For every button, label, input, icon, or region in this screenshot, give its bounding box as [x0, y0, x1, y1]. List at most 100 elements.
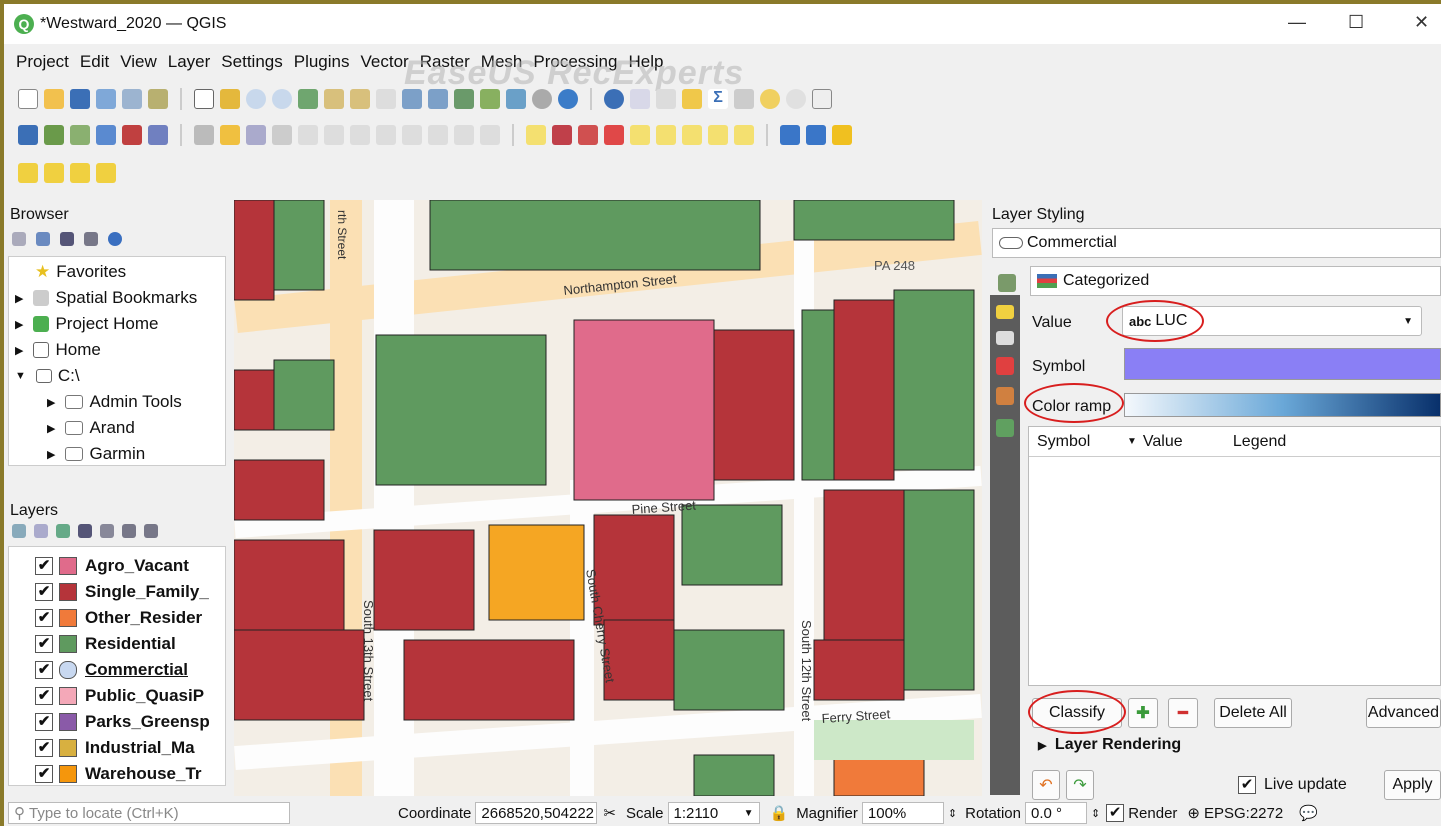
label-properties-icon[interactable]	[734, 125, 754, 145]
collapse-arrow-icon[interactable]: ▼	[15, 370, 26, 382]
layer-row[interactable]: ✔ Other_Resider	[9, 605, 202, 631]
add-group-icon[interactable]	[34, 524, 48, 538]
history-icon[interactable]	[996, 419, 1014, 437]
redo-style-button[interactable]: ↷	[1066, 770, 1094, 800]
maximize-button[interactable]: ☐	[1348, 12, 1364, 33]
vertex-tool-icon[interactable]	[298, 125, 318, 145]
properties-icon[interactable]	[108, 232, 122, 246]
tree-item-spatial-bookmarks[interactable]: ▶ Spatial Bookmarks	[15, 285, 197, 311]
locator-icon[interactable]	[786, 89, 806, 109]
column-value[interactable]: Value	[1143, 433, 1233, 451]
data-source-manager-icon[interactable]	[18, 125, 38, 145]
symbology-icon[interactable]	[998, 274, 1016, 292]
add-delimited-text-icon[interactable]	[122, 125, 142, 145]
zoom-full-icon[interactable]	[298, 89, 318, 109]
label-tool-icon[interactable]	[526, 125, 546, 145]
tree-item-favorites[interactable]: ★ Favorites	[35, 259, 126, 285]
layer-row[interactable]: ✔ Warehouse_Tr	[9, 761, 202, 785]
nn-join-icon[interactable]	[832, 125, 852, 145]
zoom-in-icon[interactable]	[246, 89, 266, 109]
attribute-table-icon[interactable]	[630, 89, 650, 109]
refresh-browser-icon[interactable]	[36, 232, 50, 246]
pin-labels-icon[interactable]	[578, 125, 598, 145]
layer-select[interactable]: Commerctial	[992, 228, 1441, 258]
layer-labeling-icon[interactable]	[552, 125, 572, 145]
menu-layer[interactable]: Layer	[168, 52, 211, 72]
visibility-checkbox[interactable]: ✔	[35, 609, 53, 627]
zoom-layer-icon[interactable]	[350, 89, 370, 109]
rotate-label-icon[interactable]	[656, 125, 676, 145]
paste-features-icon[interactable]	[428, 125, 448, 145]
zoom-last-icon[interactable]	[402, 89, 422, 109]
symbol-button[interactable]	[1124, 348, 1441, 380]
menu-settings[interactable]: Settings	[221, 52, 282, 72]
visibility-checkbox[interactable]: ✔	[35, 765, 53, 783]
diagrams-icon[interactable]	[996, 387, 1014, 405]
redo-icon[interactable]	[480, 125, 500, 145]
show-hide-labels-icon[interactable]	[708, 125, 728, 145]
identify-icon[interactable]	[604, 89, 624, 109]
save-project-icon[interactable]	[70, 89, 90, 109]
tree-item-garmin[interactable]: ▶ Garmin	[47, 441, 145, 467]
map-canvas[interactable]: Northampton Street Pine Street PA 248 Fe…	[234, 200, 982, 796]
remove-class-button[interactable]: ━	[1168, 698, 1198, 728]
new-print-layout-icon[interactable]	[96, 89, 116, 109]
python-console-icon[interactable]	[780, 125, 800, 145]
menu-plugins[interactable]: Plugins	[294, 52, 350, 72]
sum-icon[interactable]: Σ	[708, 89, 728, 109]
live-update-checkbox[interactable]: ✔	[1238, 776, 1256, 794]
expand-arrow-icon[interactable]: ▶	[47, 396, 55, 409]
undo-icon[interactable]	[454, 125, 474, 145]
digitize-icon[interactable]	[272, 125, 292, 145]
rotation-field[interactable]: 0.0 °	[1024, 802, 1087, 824]
visibility-checkbox[interactable]: ✔	[35, 635, 53, 653]
layer-row[interactable]: ✔ Public_QuasiP	[9, 683, 204, 709]
map-tips-icon[interactable]	[760, 89, 780, 109]
select-features-icon[interactable]	[18, 163, 38, 183]
zoom-selection-icon[interactable]	[324, 89, 344, 109]
visibility-checkbox[interactable]: ✔	[35, 687, 53, 705]
text-annotation-icon[interactable]	[812, 89, 832, 109]
add-virtual-layer-icon[interactable]	[148, 125, 168, 145]
toolbox-icon[interactable]	[682, 89, 702, 109]
measure-icon[interactable]	[734, 89, 754, 109]
layout-manager-icon[interactable]	[122, 89, 142, 109]
toggle-editing-icon[interactable]	[220, 125, 240, 145]
tree-item-admin-tools[interactable]: ▶ Admin Tools	[47, 389, 182, 415]
visibility-checkbox[interactable]: ✔	[35, 661, 53, 679]
tree-item-project-home[interactable]: ▶ Project Home	[15, 311, 158, 337]
tree-item-home[interactable]: ▶ Home	[15, 337, 101, 363]
layer-row[interactable]: ✔ Single_Family_	[9, 579, 209, 605]
style-icon[interactable]	[12, 524, 26, 538]
add-class-button[interactable]: ✚	[1128, 698, 1158, 728]
new-3d-view-icon[interactable]	[480, 89, 500, 109]
locator-input[interactable]: ⚲ Type to locate (Ctrl+K)	[8, 802, 290, 824]
highlight-labels-icon[interactable]	[604, 125, 624, 145]
3d-view-icon[interactable]	[996, 357, 1014, 375]
expand-arrow-icon[interactable]: ▶	[47, 448, 55, 461]
filter-icon[interactable]	[60, 232, 74, 246]
menu-edit[interactable]: Edit	[80, 52, 109, 72]
tree-item-arand[interactable]: ▶ Arand	[47, 415, 135, 441]
current-edits-icon[interactable]	[194, 125, 214, 145]
new-project-icon[interactable]	[18, 89, 38, 109]
color-ramp-button[interactable]	[1124, 393, 1441, 417]
menu-view[interactable]: View	[120, 52, 157, 72]
render-checkbox[interactable]: ✔	[1106, 804, 1125, 822]
messages-icon[interactable]: 💬	[1299, 804, 1318, 822]
style-manager-icon[interactable]	[148, 89, 168, 109]
new-layer-icon[interactable]	[44, 125, 64, 145]
select-by-value-icon[interactable]	[44, 163, 64, 183]
column-legend[interactable]: Legend	[1233, 433, 1286, 451]
close-button[interactable]: ✕	[1414, 12, 1429, 33]
deselect-icon[interactable]	[70, 163, 90, 183]
tree-item-c-drive[interactable]: ▼ C:\	[15, 363, 80, 389]
manage-theme-icon[interactable]	[56, 524, 70, 538]
layer-row[interactable]: ✔ Agro_Vacant	[9, 553, 189, 579]
crs-button[interactable]: EPSG:2272	[1204, 805, 1283, 822]
apply-button[interactable]: Apply	[1384, 770, 1441, 800]
labels-icon[interactable]	[996, 305, 1014, 319]
layer-row-selected[interactable]: ✔ Commerctial	[9, 657, 188, 683]
change-label-icon[interactable]	[682, 125, 702, 145]
cut-features-icon[interactable]	[376, 125, 396, 145]
